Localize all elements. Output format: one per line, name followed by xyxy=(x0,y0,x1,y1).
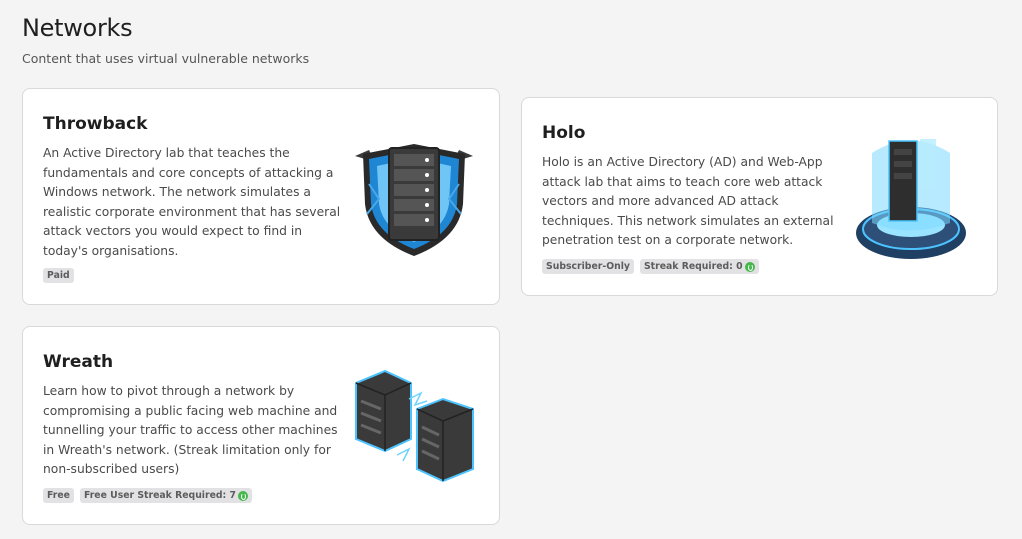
card-description: An Active Directory lab that teaches the… xyxy=(43,146,341,258)
streak-icon xyxy=(237,490,248,501)
streak-badge: Streak Required: 0 xyxy=(639,259,759,274)
tag-badge: Paid xyxy=(43,268,74,283)
card-description: Holo is an Active Directory (AD) and Web… xyxy=(542,155,834,247)
network-card-holo[interactable]: Holo Holo is an Active Directory (AD) an… xyxy=(521,97,998,296)
card-description: Learn how to pivot through a network by … xyxy=(43,384,338,476)
tag-badge: Free xyxy=(43,488,74,503)
server-racks-icon xyxy=(355,369,474,483)
network-card-wreath[interactable]: Wreath Learn how to pivot through a netw… xyxy=(22,326,500,525)
tag-list: Free Free User Streak Required: 7 xyxy=(43,488,252,503)
card-title: Throwback xyxy=(43,114,148,134)
page-title: Networks xyxy=(22,14,133,42)
network-card-throwback[interactable]: Throwback An Active Directory lab that t… xyxy=(22,88,500,305)
card-title: Wreath xyxy=(43,352,114,372)
tag-badge: Subscriber-Only xyxy=(542,259,634,274)
streak-icon xyxy=(744,261,755,272)
tag-list: Paid xyxy=(43,268,74,283)
card-title: Holo xyxy=(542,123,586,143)
page-subtitle: Content that uses virtual vulnerable net… xyxy=(22,51,310,66)
streak-badge: Free User Streak Required: 7 xyxy=(79,488,252,503)
tag-list: Subscriber-Only Streak Required: 0 xyxy=(542,259,759,274)
hologram-server-icon xyxy=(856,139,966,259)
shield-server-icon xyxy=(355,144,473,256)
